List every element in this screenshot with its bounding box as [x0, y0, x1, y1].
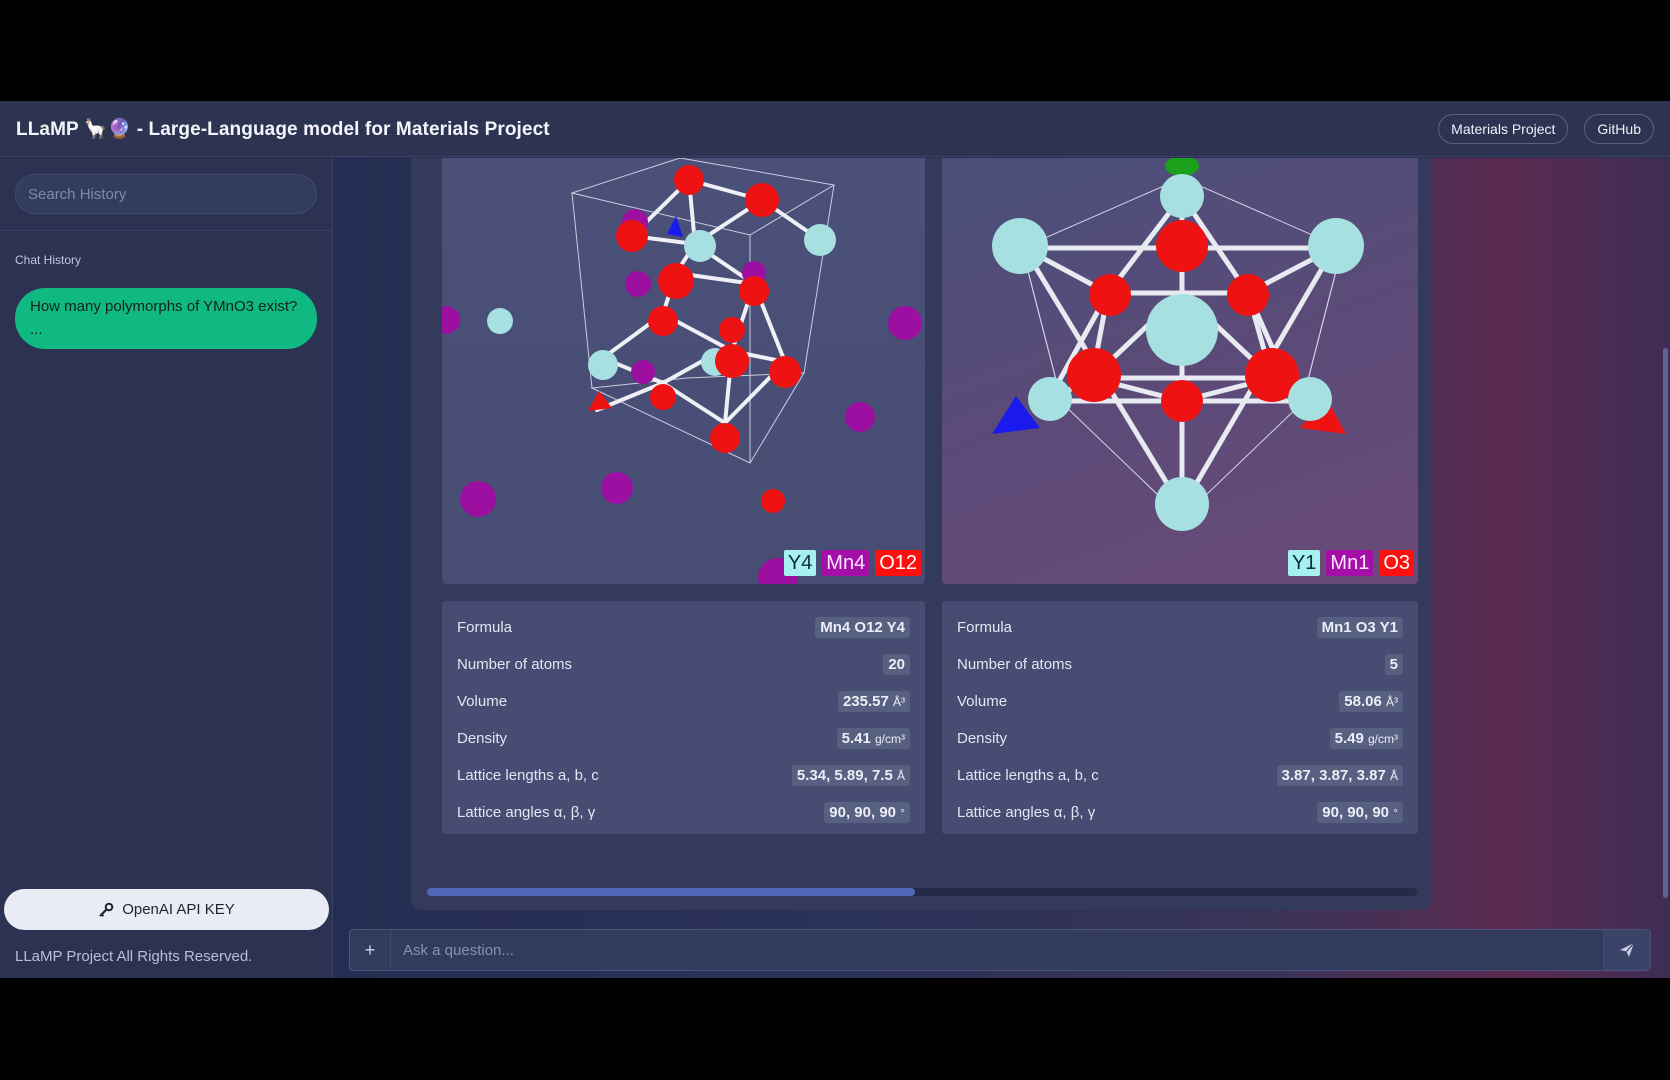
- unit-cell-box: [570, 158, 836, 464]
- ask-question-input[interactable]: [391, 930, 1603, 970]
- property-row-volume: Volume 235.57 Å³: [457, 683, 910, 720]
- key-icon: [99, 902, 114, 917]
- property-label: Lattice lengths a, b, c: [957, 767, 1099, 784]
- structure-properties-card: Formula Mn1 O3 Y1 Number of atoms 5 Volu…: [942, 601, 1418, 834]
- horizontal-scrollbar-thumb[interactable]: [427, 888, 915, 896]
- crystal-structure-3d: [442, 158, 922, 584]
- property-label: Formula: [457, 619, 513, 636]
- search-history-input[interactable]: [15, 174, 317, 214]
- property-row-lattice-angles: Lattice angles α, β, γ 90, 90, 90 °: [957, 794, 1403, 831]
- property-value: 235.57 Å³: [837, 691, 910, 712]
- footer-text: LLaMP Project All Rights Reserved.: [15, 948, 253, 965]
- horizontal-scrollbar[interactable]: [427, 888, 1417, 896]
- property-value: 5.49 g/cm³: [1329, 728, 1403, 749]
- chat-message-panel: Y4 Mn4 O12 Y1 Mn1 O3 Formula Mn4 O12 Y4 …: [411, 158, 1431, 910]
- badge-manganese: Mn4: [822, 550, 870, 576]
- property-value: 58.06 Å³: [1339, 691, 1403, 712]
- element-badges: Y4 Mn4 O12: [783, 550, 921, 576]
- send-button[interactable]: [1603, 930, 1650, 970]
- plus-icon[interactable]: +: [350, 930, 391, 970]
- property-row-formula: Formula Mn1 O3 Y1: [957, 609, 1403, 646]
- app-title: LLaMP 🦙🔮 - Large-Language model for Mate…: [16, 118, 550, 140]
- chat-input-bar: +: [349, 929, 1651, 971]
- badge-manganese: Mn1: [1326, 550, 1374, 576]
- badge-yttrium: Y4: [783, 550, 817, 576]
- badge-oxygen: O3: [1379, 550, 1414, 576]
- header-actions: Materials Project GitHub: [1438, 113, 1654, 144]
- property-label: Lattice angles α, β, γ: [957, 804, 1096, 821]
- property-row-density: Density 5.49 g/cm³: [957, 720, 1403, 757]
- api-key-label: OpenAI API KEY: [122, 901, 235, 918]
- property-value: 3.87, 3.87, 3.87 Å: [1276, 765, 1403, 786]
- property-label: Formula: [957, 619, 1013, 636]
- property-value: Mn1 O3 Y1: [1316, 617, 1403, 638]
- property-label: Volume: [457, 693, 508, 710]
- property-value: 90, 90, 90 °: [1317, 802, 1403, 823]
- github-button[interactable]: GitHub: [1584, 113, 1654, 144]
- property-label: Volume: [957, 693, 1008, 710]
- badge-oxygen: O12: [875, 550, 921, 576]
- structure-viewer-ymno3-20-atoms[interactable]: Y4 Mn4 O12: [442, 158, 925, 584]
- property-value: 90, 90, 90 °: [824, 802, 910, 823]
- property-value: Mn4 O12 Y4: [815, 617, 910, 638]
- property-row-lattice-lengths: Lattice lengths a, b, c 3.87, 3.87, 3.87…: [957, 757, 1403, 794]
- atoms: [992, 158, 1364, 531]
- property-value: 20: [883, 654, 910, 675]
- chat-history-label: Chat History: [15, 253, 82, 267]
- property-value: 5: [1384, 654, 1403, 675]
- element-badges: Y1 Mn1 O3: [1287, 550, 1414, 576]
- property-value: 5.41 g/cm³: [836, 728, 910, 749]
- property-row-formula: Formula Mn4 O12 Y4: [457, 609, 910, 646]
- property-label: Density: [457, 730, 508, 747]
- search-section: [0, 158, 332, 231]
- property-row-lattice-lengths: Lattice lengths a, b, c 5.34, 5.89, 7.5 …: [457, 757, 910, 794]
- crystal-structure-3d: [992, 158, 1364, 531]
- property-row-atoms: Number of atoms 20: [457, 646, 910, 683]
- property-label: Number of atoms: [457, 656, 573, 673]
- property-row-atoms: Number of atoms 5: [957, 646, 1403, 683]
- property-label: Density: [957, 730, 1008, 747]
- property-row-density: Density 5.41 g/cm³: [457, 720, 910, 757]
- structure-properties-card: Formula Mn4 O12 Y4 Number of atoms 20 Vo…: [442, 601, 925, 834]
- property-label: Lattice angles α, β, γ: [457, 804, 596, 821]
- openai-api-key-button[interactable]: OpenAI API KEY: [4, 889, 329, 930]
- property-label: Lattice lengths a, b, c: [457, 767, 599, 784]
- send-icon: [1620, 942, 1635, 957]
- app-window: LLaMP 🦙🔮 - Large-Language model for Mate…: [0, 101, 1670, 978]
- main-area: Y4 Mn4 O12 Y1 Mn1 O3 Formula Mn4 O12 Y4 …: [333, 158, 1670, 978]
- materials-project-button[interactable]: Materials Project: [1438, 113, 1569, 144]
- property-label: Number of atoms: [957, 656, 1073, 673]
- property-row-lattice-angles: Lattice angles α, β, γ 90, 90, 90 °: [457, 794, 910, 831]
- structure-viewer-ymno3-5-atoms[interactable]: Y1 Mn1 O3: [942, 158, 1418, 584]
- property-row-volume: Volume 58.06 Å³: [957, 683, 1403, 720]
- top-header: LLaMP 🦙🔮 - Large-Language model for Mate…: [0, 101, 1670, 157]
- sidebar: Chat History How many polymorphs of YMnO…: [0, 158, 333, 978]
- vertical-scrollbar[interactable]: [1663, 348, 1668, 898]
- property-value: 5.34, 5.89, 7.5 Å: [791, 765, 910, 786]
- badge-yttrium: Y1: [1287, 550, 1321, 576]
- chat-history-item[interactable]: How many polymorphs of YMnO3 exist? ...: [15, 288, 317, 349]
